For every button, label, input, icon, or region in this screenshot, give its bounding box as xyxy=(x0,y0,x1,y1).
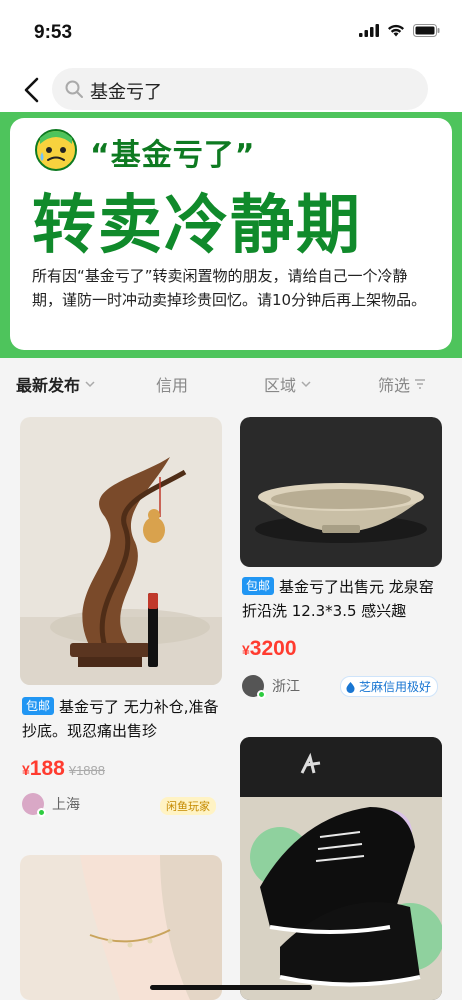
product-card-sculpture[interactable]: 包邮 基金亏了 无力补仓,准备抄底。现忍痛出售珍 ¥188 ¥1888 上海 闲鱼玩… xyxy=(20,417,222,837)
chevron-down-icon xyxy=(85,381,95,388)
search-row: 基金亏了 xyxy=(0,62,462,118)
filter-icon xyxy=(415,379,426,389)
search-query: 基金亏了 xyxy=(90,82,162,103)
currency-symbol: ¥ xyxy=(22,762,30,778)
product-image-bowl xyxy=(240,417,442,567)
product-title: 包邮 基金亏了 无力补仓,准备抄底。现忍痛出售珍 xyxy=(20,695,222,743)
chevron-down-icon xyxy=(301,381,311,388)
home-indicator[interactable] xyxy=(150,985,312,990)
filter-credit[interactable]: 信用 xyxy=(156,372,188,396)
avatar xyxy=(242,675,266,699)
product-image-bracelet xyxy=(20,855,222,1000)
seller-location: 浙江 xyxy=(272,679,300,695)
product-image-sculpture xyxy=(20,417,222,685)
product-title: 包邮 基金亏了出售元 龙泉窑折沿洗 12.3*3.5 感兴趣 xyxy=(240,575,442,623)
product-price: ¥188 ¥1888 xyxy=(22,757,105,781)
price-value: 3200 xyxy=(249,637,297,660)
filter-latest-label: 最新发布 xyxy=(16,376,81,395)
search-icon xyxy=(65,80,83,98)
filter-credit-label: 信用 xyxy=(156,376,189,395)
cooling-off-banner: “基金亏了” 转卖冷静期 所有因“基金亏了”转卖闲置物的朋友，请给自己一个冷静期… xyxy=(0,112,462,358)
price-value: 188 xyxy=(29,757,65,780)
seller-info: 上海 xyxy=(22,793,80,817)
back-arrow-icon[interactable] xyxy=(20,76,44,104)
banner-card: “基金亏了” 转卖冷静期 所有因“基金亏了”转卖闲置物的朋友，请给自己一个冷静期… xyxy=(10,118,452,350)
product-card-bowl[interactable]: 包邮 基金亏了出售元 龙泉窑折沿洗 12.3*3.5 感兴趣 ¥3200 浙江 芝… xyxy=(240,417,442,707)
online-dot xyxy=(257,690,266,699)
online-dot xyxy=(37,808,46,817)
battery-icon xyxy=(413,24,440,37)
seller-info: 浙江 xyxy=(242,675,300,699)
product-price: ¥3200 xyxy=(242,637,297,661)
filter-region[interactable]: 区域 xyxy=(264,372,312,396)
sweating-face-icon xyxy=(35,129,77,171)
filter-screen[interactable]: 筛选 xyxy=(378,372,426,396)
banner-headline: 转卖冷静期 xyxy=(32,189,362,263)
filter-region-label: 区域 xyxy=(264,376,297,395)
seller-location: 上海 xyxy=(52,797,80,813)
sesame-credit-tag: 芝麻信用极好 xyxy=(339,676,438,697)
product-image-sneakers xyxy=(240,737,442,1000)
xianyu-player-tag: 闲鱼玩家 xyxy=(160,797,216,815)
wifi-icon xyxy=(388,24,404,37)
filter-latest[interactable]: 最新发布 xyxy=(16,372,96,396)
original-price: ¥1888 xyxy=(68,763,105,778)
avatar xyxy=(22,793,46,817)
product-card-bracelet[interactable] xyxy=(20,855,222,1000)
currency-symbol: ¥ xyxy=(242,642,250,658)
sesame-drop-icon xyxy=(346,681,355,693)
filter-bar: 最新发布 信用 区域 筛选 xyxy=(0,358,462,406)
product-card-sneakers[interactable] xyxy=(240,737,442,1000)
banner-quote-title: “基金亏了” xyxy=(90,138,256,173)
filter-screen-label: 筛选 xyxy=(378,376,411,395)
sesame-credit-label: 芝麻信用极好 xyxy=(358,680,431,694)
free-shipping-badge: 包邮 xyxy=(242,577,275,595)
free-shipping-badge: 包邮 xyxy=(22,697,55,715)
status-bar: 9:53 xyxy=(0,0,462,62)
search-input[interactable]: 基金亏了 xyxy=(52,68,428,110)
signal-icon xyxy=(359,24,379,37)
status-icons xyxy=(359,24,440,37)
banner-description: 所有因“基金亏了”转卖闲置物的朋友，请给自己一个冷静期，谨防一时冲动卖掉珍贵回忆… xyxy=(32,267,427,309)
status-time: 9:53 xyxy=(34,22,73,43)
